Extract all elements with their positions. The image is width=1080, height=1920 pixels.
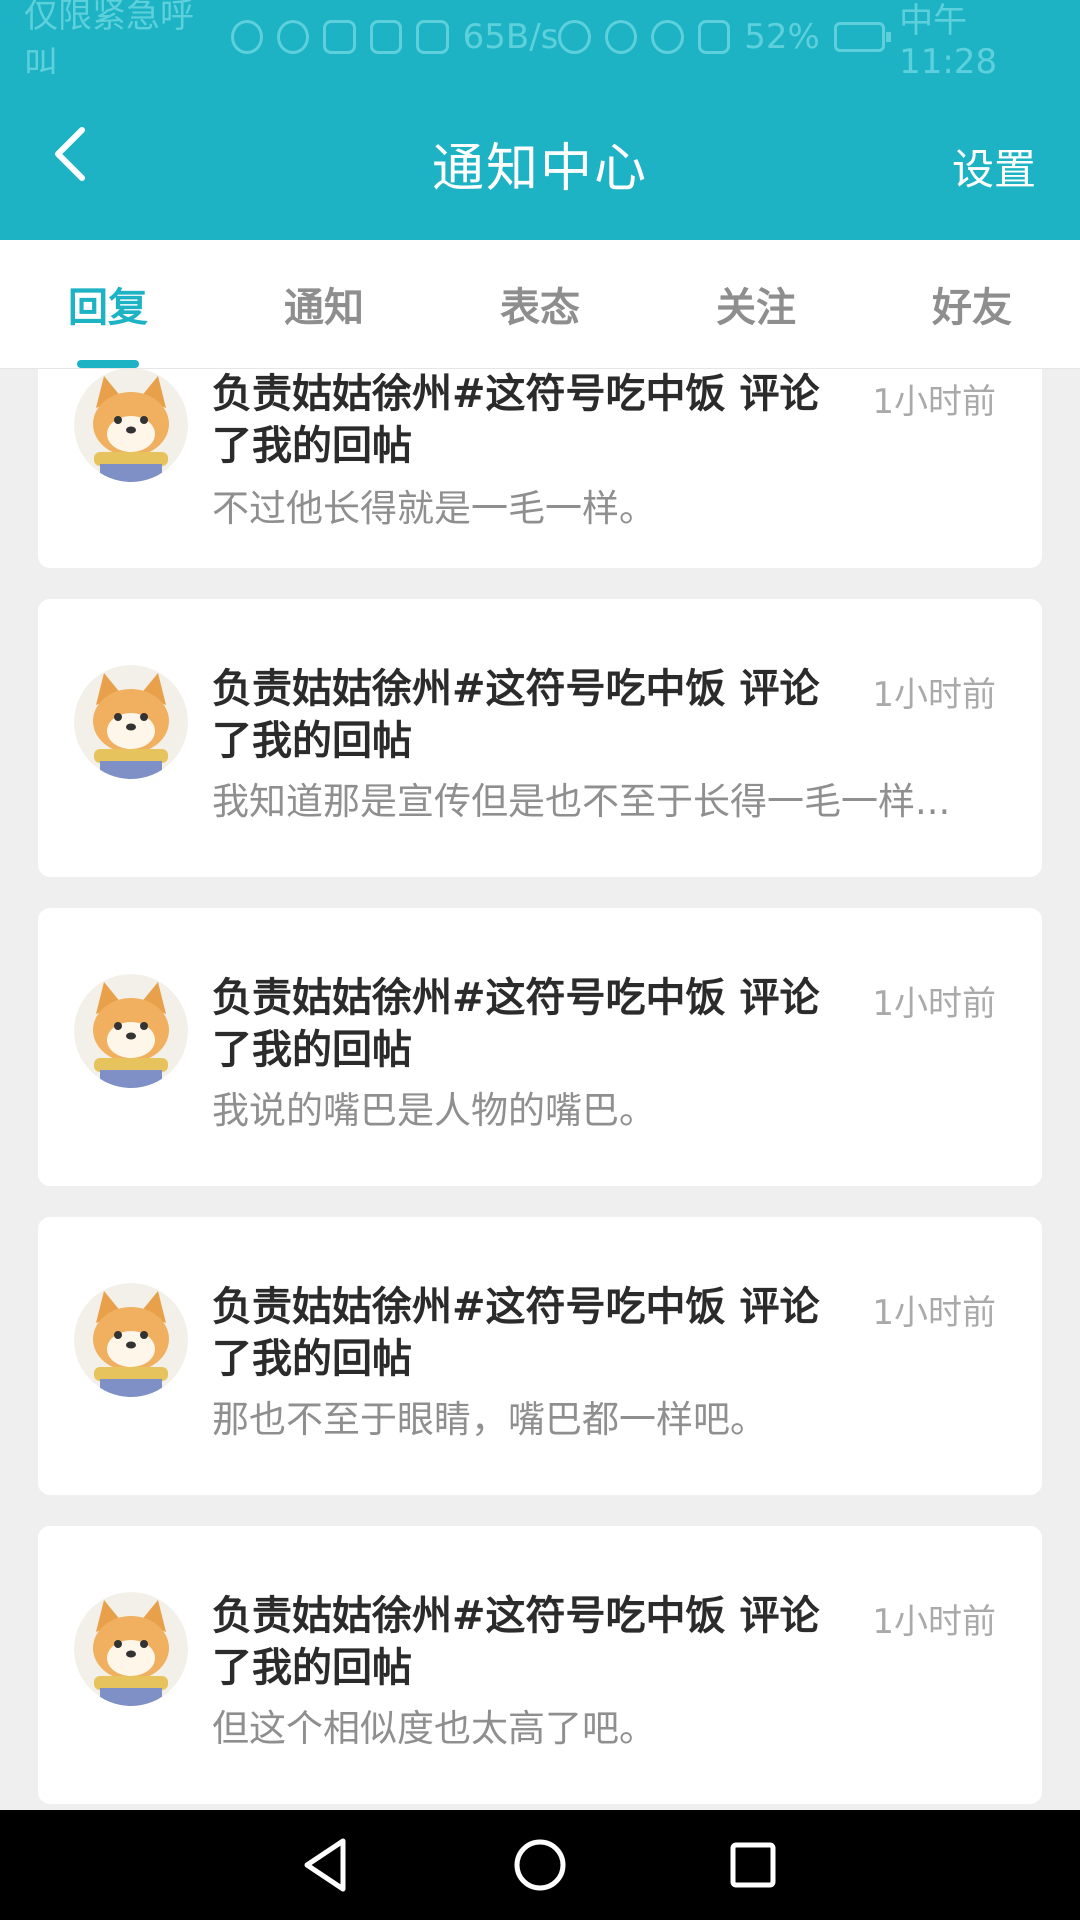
card-time: 1小时前 — [872, 984, 996, 1024]
avatar[interactable] — [74, 974, 188, 1088]
avatar[interactable] — [74, 368, 188, 482]
card-snippet: 但这个相似度也太高了吧。 — [212, 1707, 656, 1750]
card-time: 1小时前 — [872, 1602, 996, 1642]
status-right: 52% 中午11:28 — [558, 0, 1056, 82]
app-icon — [323, 20, 356, 54]
notification-card[interactable]: 负责姑姑徐州#这符号吃中饭 评论了我的回帖 1小时前 我说的嘴巴是人物的嘴巴。 — [38, 908, 1042, 1186]
tab-notice[interactable]: 通知 — [216, 240, 432, 368]
network-speed: 65B/s — [462, 17, 559, 57]
system-nav-bar — [0, 1810, 1080, 1920]
shiba-avatar-icon — [74, 974, 188, 1088]
card-time: 1小时前 — [872, 1293, 996, 1333]
avatar[interactable] — [74, 665, 188, 779]
card-title: 负责姑姑徐州#这符号吃中饭 评论了我的回帖 — [212, 666, 820, 764]
notification-list[interactable]: 负责姑姑徐州#这符号吃中饭 评论了我的回帖 1小时前 不过他长得就是一毛一样。 … — [0, 368, 1080, 1810]
circle-home-icon — [514, 1839, 566, 1891]
shiba-avatar-icon — [74, 1283, 188, 1397]
card-title: 负责姑姑徐州#这符号吃中饭 评论了我的回帖 — [212, 975, 820, 1073]
card-time: 1小时前 — [872, 675, 996, 715]
avatar[interactable] — [74, 1592, 188, 1706]
app-header: 通知中心 设置 — [0, 74, 1080, 240]
card-title: 负责姑姑徐州#这符号吃中饭 评论了我的回帖 — [212, 1284, 820, 1382]
nav-home-button[interactable] — [500, 1825, 580, 1905]
eye-icon — [604, 20, 638, 54]
card-title: 负责姑姑徐州#这符号吃中饭 评论了我的回帖 — [212, 1593, 820, 1691]
nav-back-button[interactable] — [287, 1825, 367, 1905]
music-icon — [369, 20, 403, 54]
shiba-avatar-icon — [74, 368, 188, 482]
page-title: 通知中心 — [431, 139, 648, 199]
shiba-avatar-icon — [74, 1592, 188, 1706]
status-bar: 仅限紧急呼叫 65B/s 52% 中午11:28 — [0, 0, 1080, 85]
card-title: 负责姑姑徐州#这符号吃中饭 评论了我的回帖 — [212, 371, 820, 469]
card-time: 1小时前 — [872, 382, 996, 422]
notification-card[interactable]: 负责姑姑徐州#这符号吃中饭 评论了我的回帖 1小时前 但这个相似度也太高了吧。 — [38, 1526, 1042, 1804]
tab-bar: 回复 通知 表态 关注 好友 — [0, 240, 1080, 369]
mute-icon — [558, 20, 591, 54]
settings-button[interactable]: 设置 — [952, 136, 1036, 197]
wechat-icon — [276, 20, 310, 54]
triangle-back-icon — [304, 1838, 346, 1892]
tab-reaction[interactable]: 表态 — [432, 240, 648, 368]
card-snippet: 不过他长得就是一毛一样。 — [212, 487, 656, 530]
tab-friends[interactable]: 好友 — [864, 240, 1080, 368]
tab-reply[interactable]: 回复 — [0, 240, 216, 368]
card-snippet: 我知道那是宣传但是也不至于长得一毛一样... — [212, 780, 951, 823]
chat-icon — [416, 20, 449, 54]
tab-follow[interactable]: 关注 — [648, 240, 864, 368]
notification-card[interactable]: 负责姑姑徐州#这符号吃中饭 评论了我的回帖 1小时前 我知道那是宣传但是也不至于… — [38, 599, 1042, 877]
battery-percent: 52% — [744, 17, 820, 57]
card-snippet: 那也不至于眼睛，嘴巴都一样吧。 — [212, 1398, 767, 1441]
shiba-avatar-icon — [74, 665, 188, 779]
alarm-icon — [230, 20, 263, 54]
sim-icon — [697, 20, 731, 54]
square-recent-icon — [730, 1842, 776, 1888]
notification-card[interactable]: 负责姑姑徐州#这符号吃中饭 评论了我的回帖 1小时前 不过他长得就是一毛一样。 — [38, 368, 1042, 568]
avatar[interactable] — [74, 1283, 188, 1397]
wifi-icon — [651, 20, 684, 54]
notification-card[interactable]: 负责姑姑徐州#这符号吃中饭 评论了我的回帖 1小时前 那也不至于眼睛，嘴巴都一样… — [38, 1217, 1042, 1495]
nav-recent-button[interactable] — [713, 1825, 793, 1905]
card-snippet: 我说的嘴巴是人物的嘴巴。 — [212, 1089, 656, 1132]
battery-icon — [833, 22, 892, 52]
clock: 中午11:28 — [899, 0, 998, 82]
